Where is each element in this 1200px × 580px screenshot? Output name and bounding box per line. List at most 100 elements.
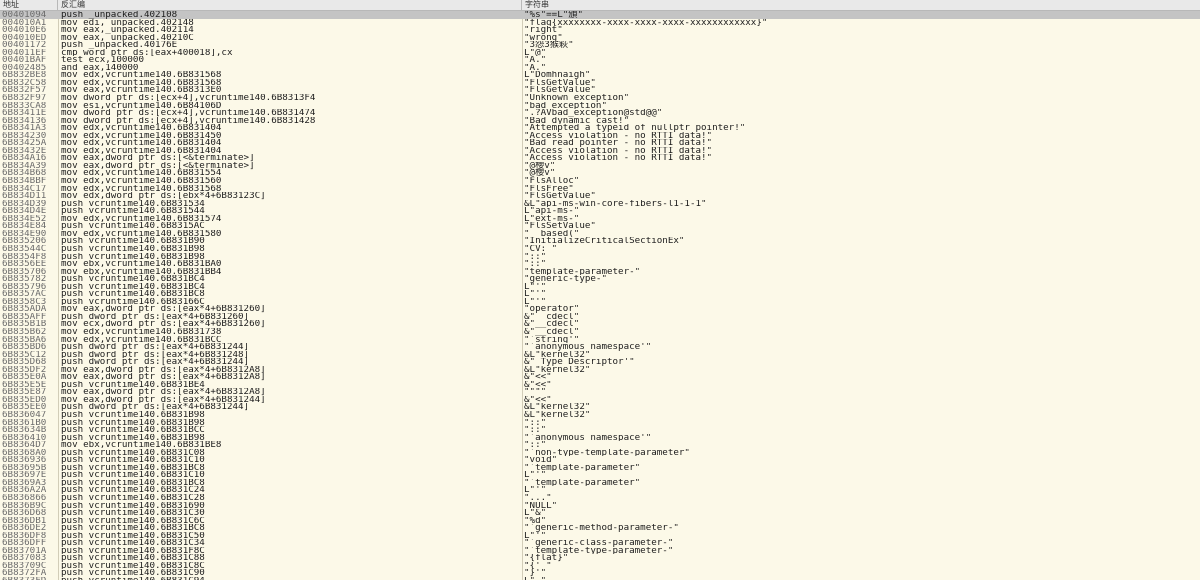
disassembly-column-header[interactable]: 反汇编: [58, 0, 522, 10]
row-disassembly: push _unpacked.402108: [61, 11, 178, 19]
address-column-header[interactable]: 地址: [0, 0, 58, 10]
table-row[interactable]: 6B834230 mov edx,vcruntime140.6B831450 "Ac…: [0, 132, 1200, 140]
table-row[interactable]: 6B834E90 mov edx,vcruntime140.6B831580 "__…: [0, 230, 1200, 238]
row-address: 6B835B62: [2, 327, 47, 336]
row-disassembly: push vcruntime140.6B831C8C: [61, 561, 205, 570]
table-row[interactable]: 004010A1 mov edi,_unpacked.402148 "flag{xx…: [0, 19, 1200, 27]
table-row[interactable]: 6B835EE0 push dword ptr ds:[eax*4+6B83124…: [0, 403, 1200, 411]
table-row[interactable]: 6B837083 push vcruntime140.6B831C88 "{flat…: [0, 554, 1200, 562]
table-row[interactable]: 6B83697E push vcruntime140.6B831C10 L"'": [0, 471, 1200, 479]
row-string: "::": [524, 441, 547, 449]
table-row[interactable]: 6B8358C3 push vcruntime140.6B83166C L"'": [0, 298, 1200, 306]
table-row[interactable]: 6B834D39 push vcruntime140.6B831534 &L"api…: [0, 200, 1200, 208]
table-row[interactable]: 6B835D68 push dword ptr ds:[eax*4+6B83124…: [0, 358, 1200, 366]
table-row[interactable]: 6B836A2A push vcruntime140.6B831C24 L"'": [0, 486, 1200, 494]
table-row[interactable]: 6B836DE2 push vcruntime140.6B831BC8 "`gene…: [0, 524, 1200, 532]
table-row[interactable]: 6B836936 push vcruntime140.6B831C10 "void": [0, 456, 1200, 464]
table-row[interactable]: 6B8361B0 push vcruntime140.6B831B98 "::": [0, 419, 1200, 427]
row-disassembly: mov edx,vcruntime140.6B831568: [61, 78, 222, 87]
table-row[interactable]: 004010ED mov eax,_unpacked.40210C "wrong": [0, 34, 1200, 42]
table-row[interactable]: 6B836DF8 push vcruntime140.6B831C50 L"'": [0, 532, 1200, 540]
table-row[interactable]: 6B8372FA push vcruntime140.6B831C90 "}'": [0, 569, 1200, 577]
table-row[interactable]: 6B83634B push vcruntime140.6B831BCC "::": [0, 426, 1200, 434]
table-row[interactable]: 6B835DF2 mov eax,dword ptr ds:[eax*4+6B83…: [0, 366, 1200, 374]
table-row[interactable]: 6B83701A push vcruntime140.6B831F8C "`temp…: [0, 547, 1200, 555]
table-row[interactable]: 6B836DB1 push vcruntime140.6B831C6C "%d": [0, 517, 1200, 525]
table-row[interactable]: 6B836410 push vcruntime140.6B831B98 "`anon…: [0, 434, 1200, 442]
table-row[interactable]: 6B83411E mov dword ptr ds:[ecx+4],vcrunti…: [0, 109, 1200, 117]
table-row[interactable]: 6B835C12 push dword ptr ds:[eax*4+6B83124…: [0, 351, 1200, 359]
row-string: "@櫻v": [524, 161, 556, 170]
table-row[interactable]: 6B832C58 mov edx,vcruntime140.6B831568 "Fl…: [0, 79, 1200, 87]
table-row[interactable]: 6B832F57 mov eax,vcruntime140.6B8313E0 "Fl…: [0, 86, 1200, 94]
row-disassembly: push vcruntime140.6B831BC4: [61, 275, 205, 283]
table-row[interactable]: 6B83432E mov edx,vcruntime140.6B831404 "Ac…: [0, 147, 1200, 155]
row-string: "Access violation - no RTTI data!": [524, 154, 713, 162]
row-disassembly: push vcruntime140.6B831C88: [61, 554, 205, 562]
table-row[interactable]: 6B835206 push vcruntime140.6B831B90 "Initi…: [0, 237, 1200, 245]
table-row[interactable]: 6B834BBF mov edx,vcruntime140.6B831560 "Fl…: [0, 177, 1200, 185]
table-row[interactable]: 004011EF cmp word ptr ds:[eax+400018],cx L…: [0, 49, 1200, 57]
table-row[interactable]: 6B835796 push vcruntime140.6B831BC4 L"'": [0, 283, 1200, 291]
table-row[interactable]: 6B832BE8 mov edx,vcruntime140.6B831568 L"D…: [0, 71, 1200, 79]
table-row[interactable]: 6B835AFF push dword ptr ds:[eax*4+6B83126…: [0, 313, 1200, 321]
table-row[interactable]: 6B834A16 mov eax,dword ptr ds:[<&terminat…: [0, 154, 1200, 162]
string-column-header[interactable]: 字符串: [522, 0, 1200, 10]
table-row[interactable]: 6B832F97 mov dword ptr ds:[ecx+4],vcrunti…: [0, 94, 1200, 102]
table-row[interactable]: 6B834B68 mov edx,vcruntime140.6B831554 "@櫻…: [0, 169, 1200, 177]
table-row[interactable]: 6B834A39 mov eax,dword ptr ds:[<&terminat…: [0, 162, 1200, 170]
table-row[interactable]: 6B835BA6 mov edx,vcruntime140.6B831BCC "`s…: [0, 336, 1200, 344]
table-row[interactable]: 6B836866 push vcruntime140.6B831C28 "...": [0, 494, 1200, 502]
table-row[interactable]: 00401BAF test ecx,100000 "A.": [0, 56, 1200, 64]
table-row[interactable]: 6B835E0A mov eax,dword ptr ds:[eax*4+6B83…: [0, 373, 1200, 381]
table-row[interactable]: 6B83709C push vcruntime140.6B831C8C "{' ": [0, 562, 1200, 570]
table-row[interactable]: 6B834D4E push vcruntime140.6B831544 L"api-…: [0, 207, 1200, 215]
table-row[interactable]: 00402485 and eax,140000 "A.": [0, 64, 1200, 72]
table-row[interactable]: 6B836047 push vcruntime140.6B831B98 &L"ker…: [0, 411, 1200, 419]
table-row[interactable]: 6B833CA8 mov esi,vcruntime140.6B84106D "ba…: [0, 102, 1200, 110]
table-row[interactable]: 6B835782 push vcruntime140.6B831BC4 "gener…: [0, 275, 1200, 283]
table-row[interactable]: 6B834D11 mov edx,dword ptr ds:[ebx*4+6B83…: [0, 192, 1200, 200]
table-row[interactable]: 6B834C17 mov edx,vcruntime140.6B831568 "Fl…: [0, 185, 1200, 193]
row-disassembly: push vcruntime140.6B831B98: [61, 433, 205, 442]
row-address: 6B835B1B: [2, 320, 47, 328]
table-row[interactable]: 6B835ED0 mov eax,dword ptr ds:[eax*4+6B83…: [0, 396, 1200, 404]
table-row[interactable]: 6B835B62 mov edx,vcruntime140.6B831738 &"_…: [0, 328, 1200, 336]
table-row[interactable]: 6B835B1B mov ecx,dword ptr ds:[eax*4+6B83…: [0, 320, 1200, 328]
row-string: "Access violation - no RTTI data!": [524, 146, 713, 155]
table-row[interactable]: 6B835E5E push vcruntime140.6B831BE4 &"<<": [0, 381, 1200, 389]
table-row[interactable]: 6B835706 mov ebx,vcruntime140.6B831BB4 "te…: [0, 268, 1200, 276]
table-row[interactable]: 6B834E52 mov edx,vcruntime140.6B831574 L"e…: [0, 215, 1200, 223]
table-row[interactable]: 6B8357AC push vcruntime140.6B831BC8 L"'": [0, 290, 1200, 298]
table-row[interactable]: 6B8356EE mov ebx,vcruntime140.6B831BA0 "::…: [0, 260, 1200, 268]
table-row[interactable]: 6B8354F8 push vcruntime140.6B831B98 "::": [0, 253, 1200, 261]
table-row[interactable]: 6B835E87 mov eax,dword ptr ds:[eax*4+6B83…: [0, 388, 1200, 396]
table-row[interactable]: 6B8341A3 mov edx,vcruntime140.6B831404 "At…: [0, 124, 1200, 132]
table-row[interactable]: 6B836D68 push vcruntime140.6B831C30 L"&": [0, 509, 1200, 517]
row-string: "::": [524, 260, 547, 268]
row-address: 6B835AFF: [2, 312, 47, 321]
table-row[interactable]: 6B83425A mov edx,vcruntime140.6B831404 "Ba…: [0, 139, 1200, 147]
table-row[interactable]: 6B836B9C push vcruntime140.6B831690 "NULL": [0, 502, 1200, 510]
row-string: "%d": [524, 516, 547, 525]
table-row[interactable]: 6B836DFF push vcruntime140.6B831C34 "`gene…: [0, 539, 1200, 547]
table-row[interactable]: 6B8368A0 push vcruntime140.6B831C08 "`non-…: [0, 449, 1200, 457]
table-row[interactable]: 00401172 push _unpacked.40176E "3怨3猴篍": [0, 41, 1200, 49]
table-row[interactable]: 6B834E84 push vcruntime140.6B8315AC "FlsSe…: [0, 222, 1200, 230]
table-row[interactable]: 004010E6 mov eax,_unpacked.402114 "right": [0, 26, 1200, 34]
table-row[interactable]: 00401094 push _unpacked.402108 "%s"==L"頒": [0, 11, 1200, 19]
row-address: 6B832F57: [2, 86, 47, 95]
row-disassembly: mov eax,dword ptr ds:[eax*4+6B8312A8]: [61, 373, 266, 381]
row-address: 6B832F97: [2, 94, 47, 102]
table-row[interactable]: 6B8364D7 mov ebx,vcruntime140.6B831BE8 "::…: [0, 441, 1200, 449]
table-row[interactable]: 6B834136 mov dword ptr ds:[ecx+4],vcrunti…: [0, 117, 1200, 125]
table-row[interactable]: 6B835BD6 push dword ptr ds:[eax*4+6B83124…: [0, 343, 1200, 351]
row-string: &L"kernel32": [524, 350, 591, 359]
table-row[interactable]: 6B8369A3 push vcruntime140.6B831BC8 "`temp…: [0, 479, 1200, 487]
table-row[interactable]: 6B83544C push vcruntime140.6B831B98 "CV: ": [0, 245, 1200, 253]
row-string: &"<<": [524, 373, 552, 381]
table-row[interactable]: 6B83695B push vcruntime140.6B831BC8 "`temp…: [0, 464, 1200, 472]
table-row[interactable]: 6B835ADA mov eax,dword ptr ds:[eax*4+6B83…: [0, 305, 1200, 313]
row-address: 6B8368A0: [2, 448, 47, 457]
column-header: 地址 反汇编 字符串: [0, 0, 1200, 11]
